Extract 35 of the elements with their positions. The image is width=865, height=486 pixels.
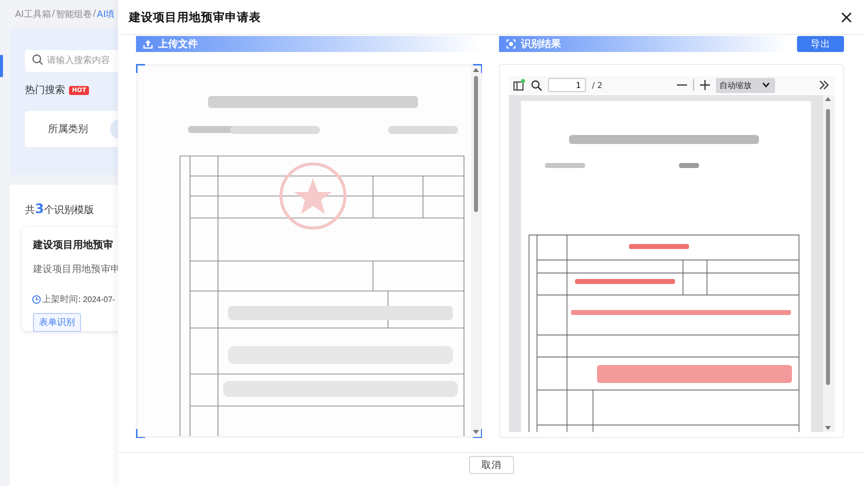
dialog-title: 建设项目用地预审申请表 xyxy=(129,10,261,24)
page-count: / 2 xyxy=(592,80,602,90)
zoom-select[interactable]: 自动缩放 xyxy=(716,78,775,92)
double-chevron-icon xyxy=(819,80,829,90)
breadcrumb-separator: / xyxy=(92,9,96,19)
zoom-in-button[interactable] xyxy=(700,80,710,90)
nav-indicator xyxy=(0,55,3,77)
section-title: 上传文件 xyxy=(158,38,198,51)
template-title: 建设项目用地预审 xyxy=(33,238,114,252)
close-icon xyxy=(841,12,852,22)
section-title: 识别结果 xyxy=(521,38,561,51)
caret-icon xyxy=(762,82,770,88)
breadcrumb-separator: / xyxy=(52,9,55,19)
clock-icon xyxy=(32,295,41,304)
page-number-field[interactable]: 1 xyxy=(548,78,586,92)
hot-search-label: 热门搜索 xyxy=(25,84,65,97)
search-icon xyxy=(32,54,43,65)
plus-icon xyxy=(700,80,710,90)
export-button[interactable]: 导出 xyxy=(797,36,844,52)
form-recognize-button[interactable]: 表单识别 xyxy=(33,313,81,332)
search-icon xyxy=(531,80,542,90)
filter-label: 所属类别 xyxy=(48,122,88,136)
cancel-button[interactable]: 取消 xyxy=(469,456,514,474)
time-label: 上架时间: xyxy=(42,294,82,306)
breadcrumb-link[interactable]: 智能组卷 xyxy=(56,8,92,20)
breadcrumb-link[interactable]: AI填 xyxy=(96,8,115,20)
sidebar-icon xyxy=(513,79,525,91)
more-tools-button[interactable] xyxy=(819,80,829,90)
find-button[interactable] xyxy=(531,80,542,90)
scan-icon xyxy=(506,39,516,49)
time-value: 2024-07- xyxy=(83,295,116,304)
breadcrumb-link[interactable]: AI工具箱 xyxy=(15,8,51,20)
sidebar-toggle-button[interactable] xyxy=(513,79,525,91)
upload-icon xyxy=(143,39,153,49)
result-count: 共3个识别模版 xyxy=(25,202,96,217)
